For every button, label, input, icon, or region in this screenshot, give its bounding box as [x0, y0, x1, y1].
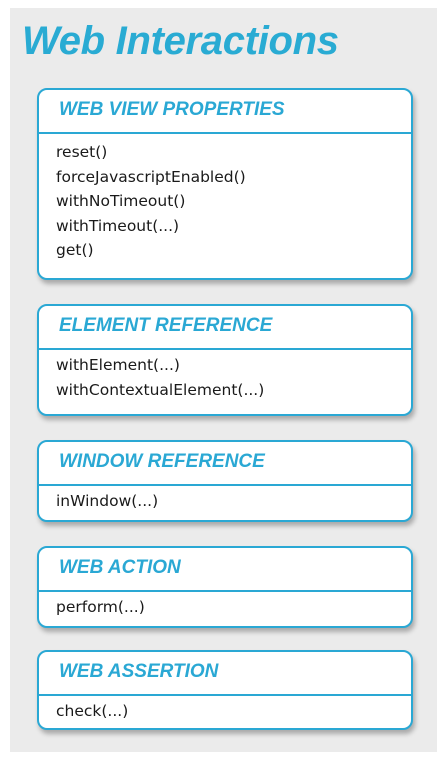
section-divider — [37, 132, 413, 134]
method-item: withNoTimeout() — [56, 192, 186, 210]
section-card-element-reference: ELEMENT REFERENCE withElement(...) withC… — [37, 304, 413, 416]
section-card-web-action: WEB ACTION perform(...) — [37, 546, 413, 628]
method-list: inWindow(...) — [56, 489, 158, 514]
section-heading: WEB ACTION — [59, 557, 181, 578]
section-heading: WEB VIEW PROPERTIES — [59, 99, 285, 120]
method-list: withElement(...) withContextualElement(.… — [56, 353, 264, 402]
method-item: forceJavascriptEnabled() — [56, 167, 246, 186]
method-item: perform(...) — [56, 598, 145, 616]
method-item: withContextualElement(...) — [56, 380, 265, 399]
method-list: reset() forceJavascriptEnabled() withNoT… — [56, 140, 246, 263]
section-divider — [37, 694, 413, 696]
section-card-web-assertion: WEB ASSERTION check(...) — [37, 650, 413, 730]
method-item: get() — [56, 241, 94, 259]
method-list: check(...) — [56, 699, 128, 724]
section-heading: WEB ASSERTION — [59, 661, 219, 682]
section-heading: ELEMENT REFERENCE — [59, 315, 273, 336]
section-divider — [37, 484, 413, 486]
method-item: check(...) — [56, 702, 129, 720]
method-item: reset() — [56, 143, 108, 161]
method-item: withElement(...) — [56, 356, 180, 374]
method-item: inWindow(...) — [56, 492, 159, 510]
section-heading: WINDOW REFERENCE — [59, 451, 265, 472]
page-title: Web Interactions — [22, 19, 339, 63]
section-card-window-reference: WINDOW REFERENCE inWindow(...) — [37, 440, 413, 522]
section-divider — [37, 348, 413, 350]
method-list: perform(...) — [56, 595, 145, 620]
section-card-web-view-properties: WEB VIEW PROPERTIES reset() forceJavascr… — [37, 88, 413, 280]
section-divider — [37, 590, 413, 592]
method-item: withTimeout(...) — [56, 216, 180, 235]
